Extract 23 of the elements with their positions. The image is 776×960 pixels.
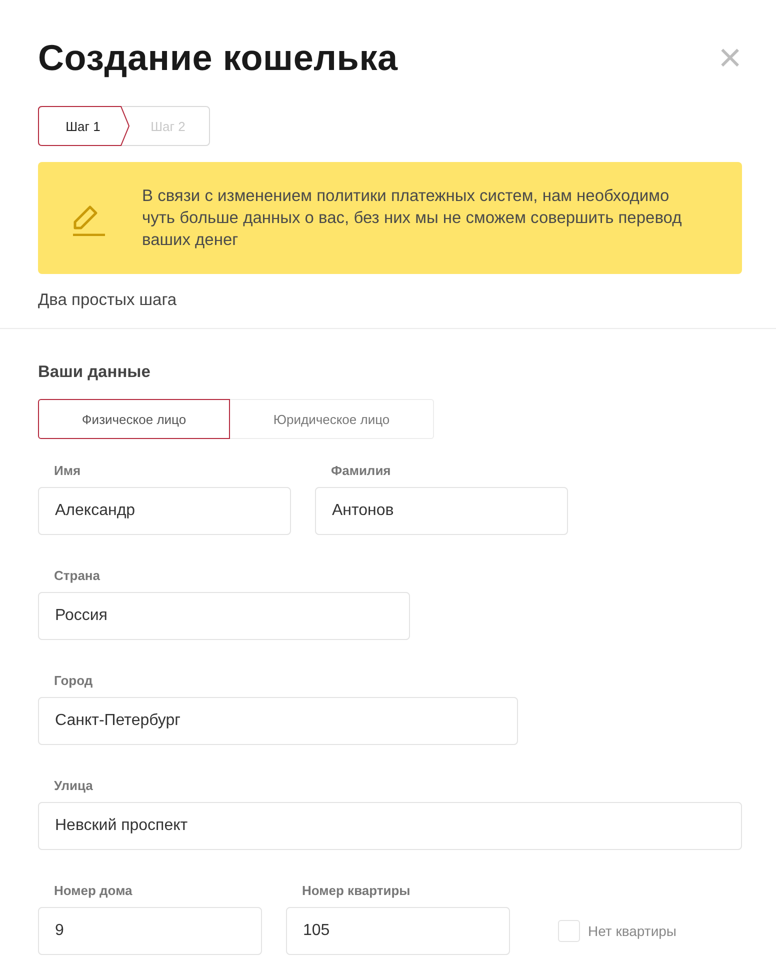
field-label: Город (54, 673, 94, 689)
notice-text: В связи с изменением политики платежных систем, нам необходимо чуть больше данных о вас, без них мы не сможем совершить перевод ваших денег (142, 186, 683, 251)
person-type-tab[interactable]: Юридическое лицо (230, 399, 434, 439)
input-field[interactable]: Невский проспект (38, 802, 742, 850)
checkbox[interactable] (558, 920, 580, 942)
input-field[interactable]: Антонов (315, 487, 568, 535)
checkbox-label: Нет квартиры (588, 923, 676, 939)
field-label: Имя (54, 463, 82, 479)
input-field[interactable]: 105 (286, 907, 510, 955)
field-label: Фамилия (331, 463, 392, 479)
field-label: Страна (54, 568, 102, 584)
section-title: Ваши данные (38, 362, 152, 382)
field-label: Номер дома (54, 883, 134, 899)
person-type-tab[interactable]: Физическое лицо (38, 399, 230, 439)
step-tab[interactable]: Шаг 1 (39, 107, 127, 145)
input-field[interactable]: Александр (38, 487, 291, 535)
input-field[interactable]: Россия (38, 592, 410, 640)
input-field[interactable]: Санкт-Петербург (38, 697, 518, 745)
field-label: Улица (54, 778, 94, 794)
dialog-title: Создание кошелька (38, 36, 398, 80)
input-field[interactable]: 9 (38, 907, 262, 955)
field-label: Номер квартиры (302, 883, 412, 899)
subtitle: Два простых шага (38, 291, 178, 311)
